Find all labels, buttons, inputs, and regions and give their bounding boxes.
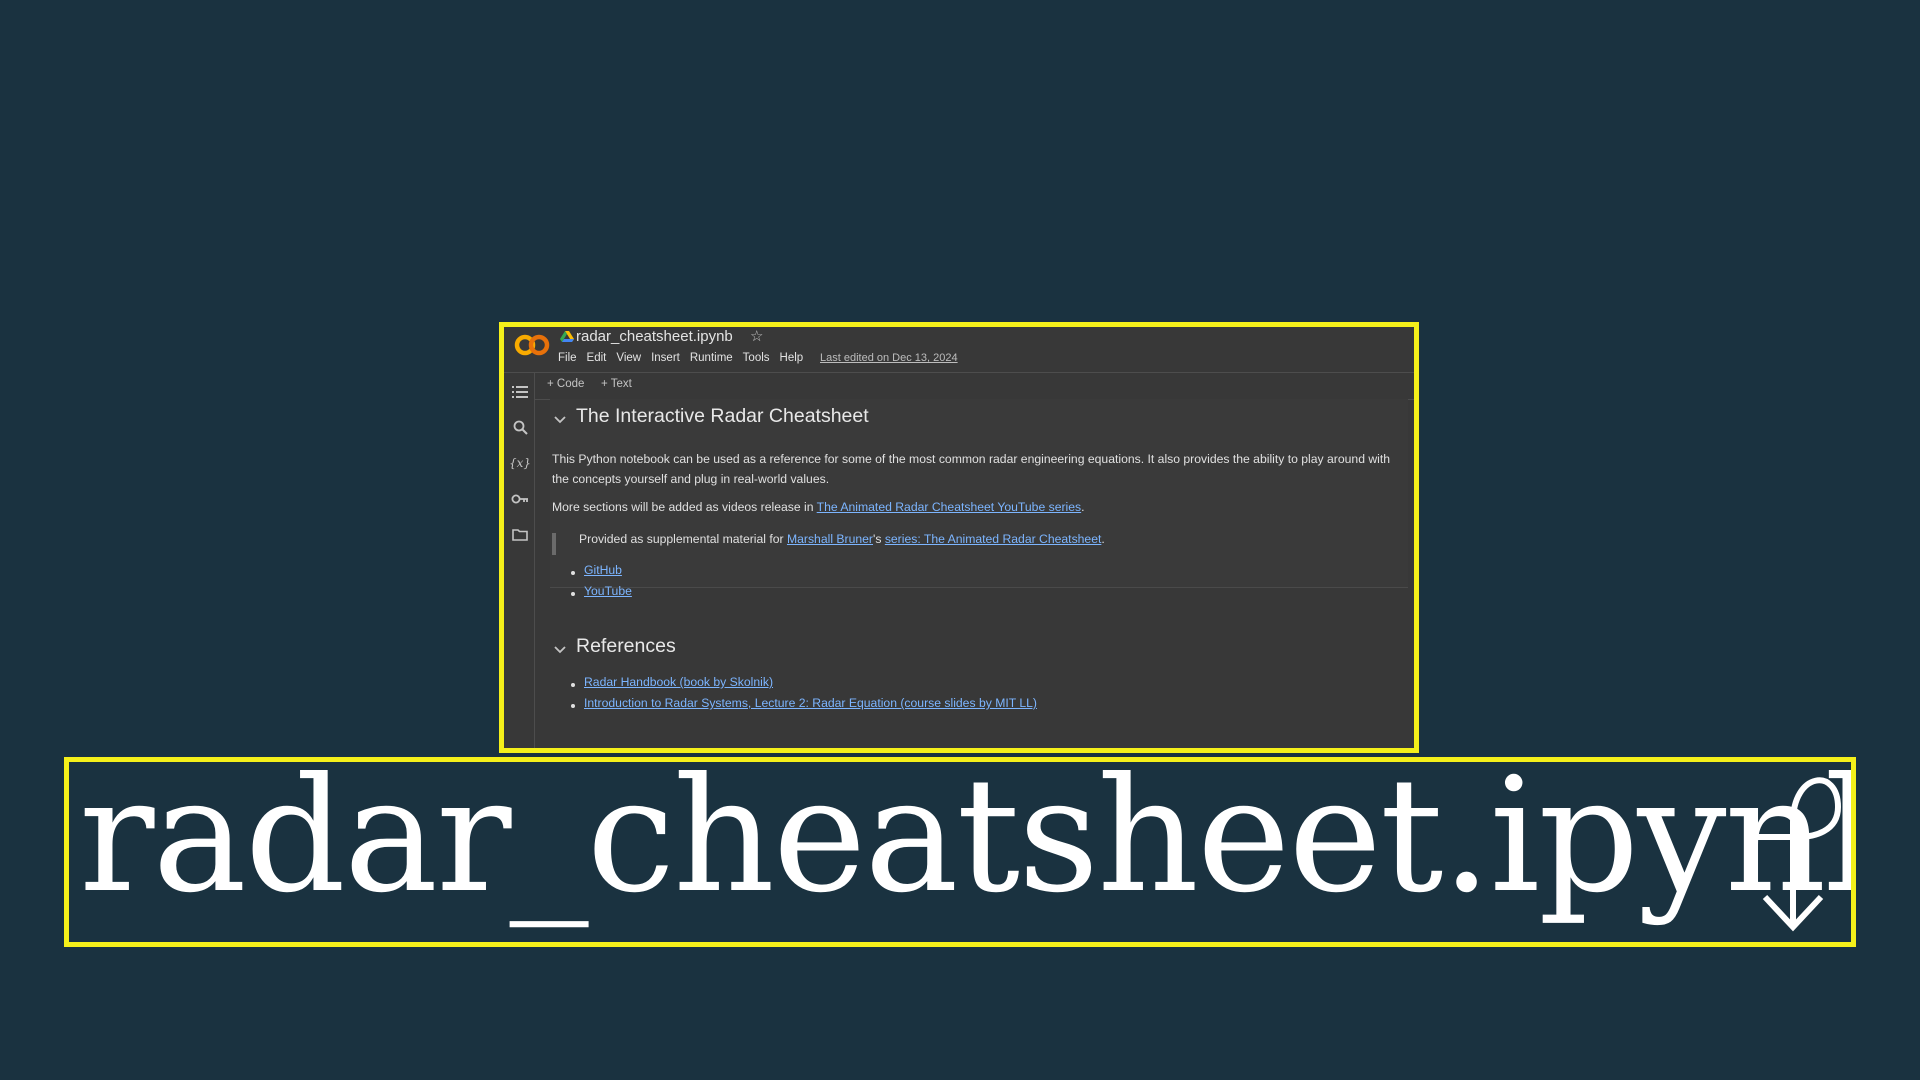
notebook-filename[interactable]: radar_cheatsheet.ipynb [576,328,733,345]
blockquote-text: Provided as supplemental material for Ma… [579,529,1379,549]
menu-file[interactable]: File [558,352,577,364]
drive-icon [560,331,574,342]
quote-text: Provided as supplemental material for [579,532,787,546]
add-code-button[interactable]: + Code [547,378,584,390]
bullet [571,592,575,596]
para-text: . [1081,500,1085,514]
last-edited-link[interactable]: Last edited on Dec 13, 2024 [820,352,958,364]
radar-handbook-link[interactable]: Radar Handbook (book by Skolnik) [584,675,773,689]
folder-icon[interactable] [511,525,529,543]
colab-logo-icon[interactable] [514,333,550,357]
bullet [571,683,575,687]
github-link[interactable]: GitHub [584,563,622,577]
author-link[interactable]: Marshall Bruner [787,532,873,546]
notebook-content: The Interactive Radar Cheatsheet This Py… [550,399,1408,748]
colab-screenshot-frame: radar_cheatsheet.ipynb ☆ File Edit View … [499,322,1419,753]
filename-banner: radar_cheatsheet.ipynb [64,757,1856,947]
menu-edit[interactable]: Edit [587,352,607,364]
key-icon[interactable] [511,490,529,508]
chevron-down-icon[interactable] [554,412,566,427]
cell-toolbar: + Code + Text [535,373,1414,400]
bullet [571,571,575,575]
return-arrow-icon [1748,777,1842,932]
references-heading: References [576,635,676,657]
menu-tools[interactable]: Tools [743,352,770,364]
search-icon[interactable] [511,418,529,436]
variables-icon[interactable]: {x} [509,454,531,472]
quote-text: 's [873,532,885,546]
star-icon[interactable]: ☆ [750,327,763,345]
left-sidebar: {x} [504,373,535,748]
menu-help[interactable]: Help [780,352,804,364]
youtube-series-link[interactable]: The Animated Radar Cheatsheet YouTube se… [817,500,1081,514]
section-heading: The Interactive Radar Cheatsheet [576,405,869,427]
menu-view[interactable]: View [616,352,641,364]
series-link[interactable]: series: The Animated Radar Cheatsheet [885,532,1102,546]
quote-text: . [1101,532,1105,546]
para-text: More sections will be added as videos re… [552,500,817,514]
bullet [571,704,575,708]
mit-slides-link[interactable]: Introduction to Radar Systems, Lecture 2… [584,696,1037,710]
menu-runtime[interactable]: Runtime [690,352,733,364]
more-sections-paragraph: More sections will be added as videos re… [552,497,1402,517]
header-bar: radar_cheatsheet.ipynb ☆ File Edit View … [504,327,1414,373]
chevron-down-icon[interactable] [554,642,566,657]
intro-paragraph: This Python notebook can be used as a re… [552,452,1391,486]
menu-bar: File Edit View Insert Runtime Tools Help [558,352,803,364]
youtube-link[interactable]: YouTube [584,584,632,598]
toc-icon[interactable] [511,383,529,401]
menu-insert[interactable]: Insert [651,352,680,364]
add-text-button[interactable]: + Text [601,378,632,390]
banner-filename: radar_cheatsheet.ipynb [79,757,1856,928]
blockquote-bar [552,533,556,555]
